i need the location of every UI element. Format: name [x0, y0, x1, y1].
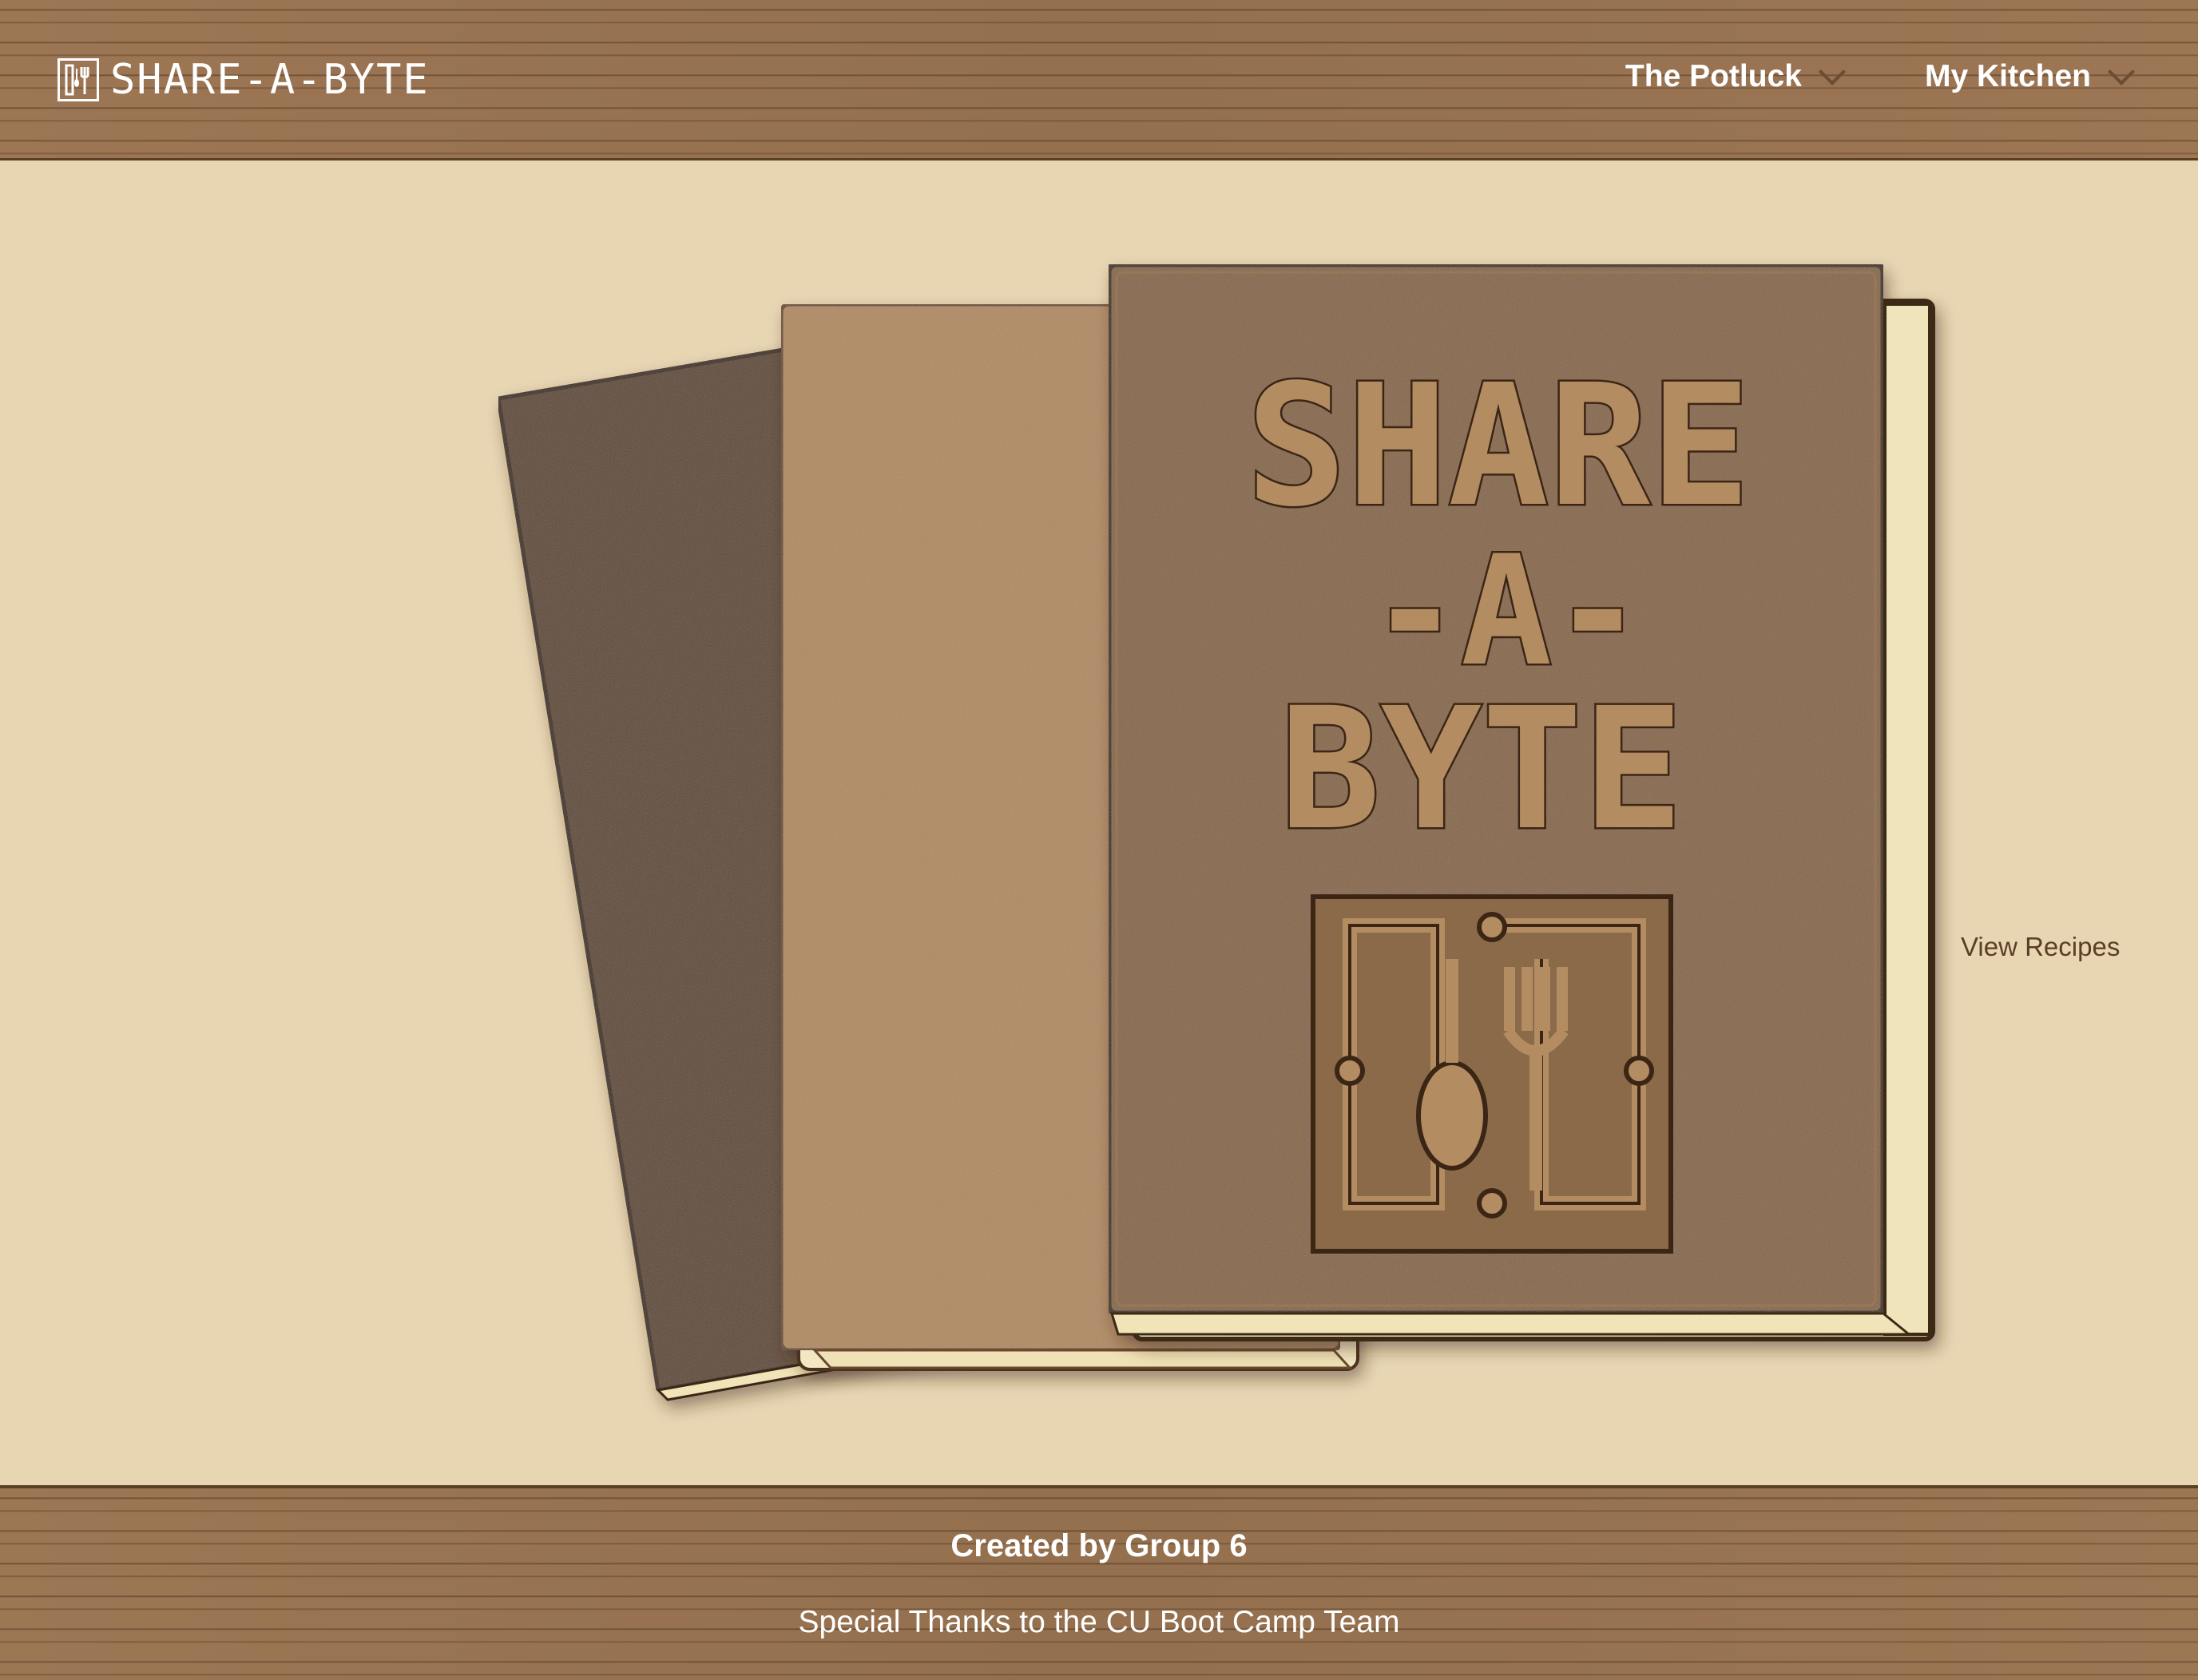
cover-title-line-3: BYTE — [1280, 672, 1684, 867]
nav-item-my-kitchen[interactable]: My Kitchen — [1924, 58, 2135, 94]
chevron-down-icon — [2108, 58, 2135, 85]
cookbook-stack-illustration[interactable]: SHARE -A- BYTE — [0, 160, 2198, 1486]
brand-name: SHARE-A-BYTE — [110, 56, 430, 104]
view-recipes-link[interactable]: View Recipes — [1961, 932, 2120, 962]
main-nav: The Potluck My Kitchen — [1625, 58, 2135, 94]
nav-item-the-potluck[interactable]: The Potluck — [1625, 58, 1846, 94]
nav-item-label: My Kitchen — [1924, 59, 2091, 93]
site-header: SHARE-A-BYTE The Potluck My Kitchen — [0, 0, 2198, 160]
front-book: SHARE -A- BYTE — [1105, 261, 1935, 1341]
utensils-emblem-icon — [1311, 894, 1673, 1254]
nav-item-label: The Potluck — [1625, 59, 1802, 93]
chevron-down-icon — [1818, 58, 1846, 85]
created-by-text: Created by Group 6 — [950, 1528, 1248, 1563]
cover-title-line-1: SHARE — [1246, 348, 1751, 544]
utensils-logo-icon — [58, 58, 99, 101]
hero-section: SHARE -A- BYTE View Recipes — [0, 160, 2198, 1486]
brand-logo[interactable]: SHARE-A-BYTE — [58, 56, 430, 104]
special-thanks-text: Special Thanks to the CU Boot Camp Team — [798, 1605, 1400, 1639]
site-footer: Created by Group 6 Special Thanks to the… — [0, 1485, 2198, 1680]
